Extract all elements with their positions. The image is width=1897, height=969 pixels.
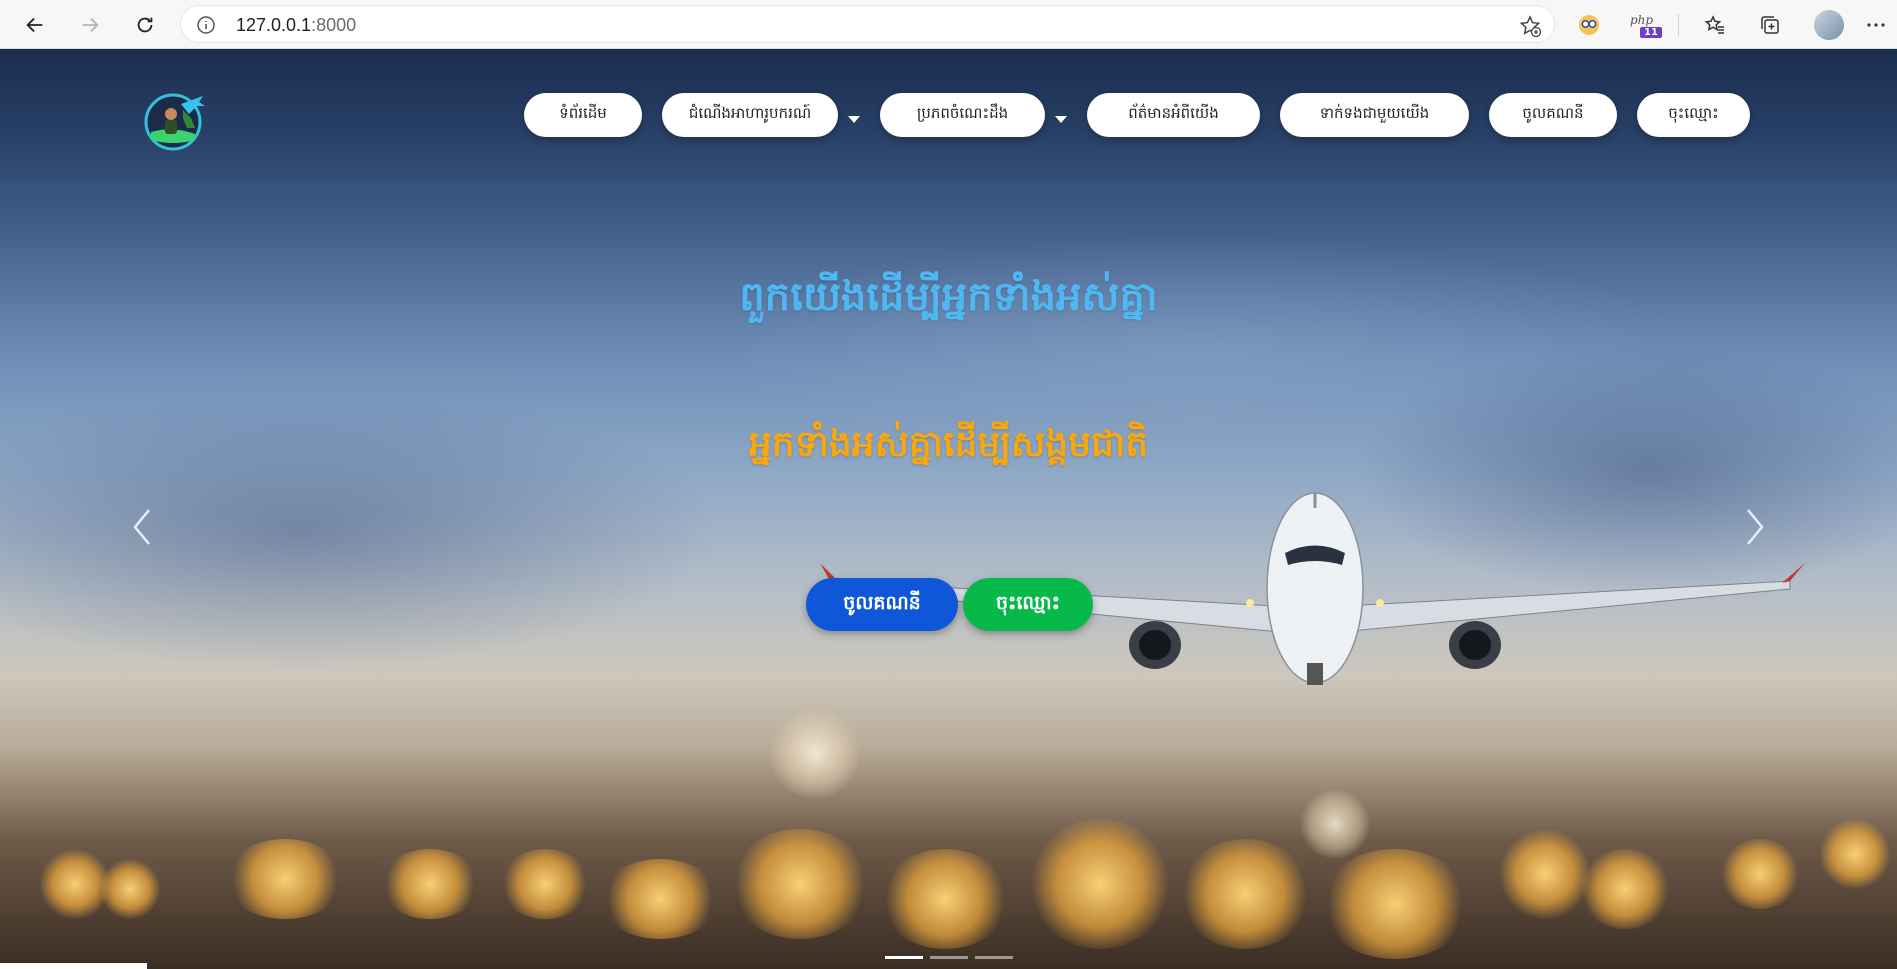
more-menu-icon[interactable]	[1862, 11, 1890, 39]
carousel-prev-icon[interactable]	[125, 502, 159, 552]
bottom-edge-strip	[0, 963, 147, 969]
signup-button[interactable]: ចុះឈ្មោះ	[963, 578, 1093, 631]
nav-knowledge[interactable]: ប្រភពចំណេះដឹង	[880, 93, 1045, 137]
bokeh-light	[100, 859, 160, 919]
carousel-next-icon[interactable]	[1738, 502, 1772, 552]
php-version-badge: 11	[1640, 27, 1662, 38]
bokeh-light	[1320, 849, 1470, 959]
nav-login[interactable]: ចូលគណនី	[1489, 93, 1617, 137]
carousel-indicators	[885, 956, 1015, 962]
carousel-indicator-1[interactable]	[885, 956, 923, 959]
toolbar-divider	[1678, 14, 1679, 36]
nav-contact[interactable]: ទាក់ទងជាមួយយើង	[1280, 93, 1469, 137]
bokeh-light	[225, 839, 345, 919]
nav-home[interactable]: ទំព័រដើម	[524, 93, 642, 137]
site-navbar: ទំព័រដើម ជំណើងអាហារូបករណ៍ ប្រភពចំណេះដឹង …	[0, 49, 1897, 179]
bokeh-light	[1580, 849, 1670, 929]
url-text: 127.0.0.1:8000	[236, 15, 357, 35]
extension-glasses-icon[interactable]	[1575, 11, 1603, 39]
bokeh-light	[730, 829, 870, 939]
info-icon[interactable]	[196, 15, 216, 35]
bokeh-light	[770, 709, 860, 799]
bokeh-light	[1300, 789, 1370, 859]
nav-signup[interactable]: ចុះឈ្មោះ	[1637, 93, 1750, 137]
php-label: php	[1630, 13, 1654, 27]
carousel-indicator-2[interactable]	[930, 956, 968, 959]
login-button[interactable]: ចូលគណនី	[806, 578, 958, 631]
bokeh-light	[1030, 819, 1170, 949]
bokeh-light	[1500, 829, 1590, 919]
hero-carousel: ទំព័រដើម ជំណើងអាហារូបករណ៍ ប្រភពចំណេះដឹង …	[0, 49, 1897, 969]
browser-toolbar: 127.0.0.1:8000 php 11	[0, 0, 1897, 49]
collections-icon[interactable]	[1756, 11, 1784, 39]
profile-avatar[interactable]	[1814, 10, 1844, 40]
chevron-down-icon[interactable]	[848, 116, 860, 123]
bokeh-light	[380, 849, 480, 919]
bokeh-light	[1180, 839, 1310, 949]
favorites-icon[interactable]	[1701, 11, 1729, 39]
back-icon[interactable]	[20, 10, 50, 40]
forward-icon[interactable]	[75, 10, 105, 40]
bokeh-light	[1820, 819, 1890, 889]
refresh-icon[interactable]	[130, 10, 160, 40]
address-bar[interactable]: 127.0.0.1:8000	[180, 5, 1555, 43]
nav-about[interactable]: ព័ត៌មានអំពីយើង	[1087, 93, 1260, 137]
php-extension-icon[interactable]: php 11	[1626, 9, 1662, 41]
bokeh-light	[600, 859, 720, 939]
add-favorite-icon[interactable]	[1518, 14, 1542, 38]
carousel-indicator-3[interactable]	[975, 956, 1013, 959]
bokeh-light	[500, 849, 590, 919]
hero-subtitle: អ្នកទាំងអស់គ្នាដើម្បីសង្គមជាតិ	[748, 424, 1149, 465]
nav-scholarship[interactable]: ជំណើងអាហារូបករណ៍	[662, 93, 838, 137]
bokeh-light	[1720, 839, 1800, 909]
site-logo[interactable]	[143, 88, 207, 152]
airplane-image	[820, 492, 1805, 685]
hero-title: ពួកយើងដើម្បីអ្នកទាំងអស់គ្នា	[739, 274, 1158, 320]
chevron-down-icon[interactable]	[1055, 116, 1067, 123]
bokeh-light	[880, 849, 1010, 949]
